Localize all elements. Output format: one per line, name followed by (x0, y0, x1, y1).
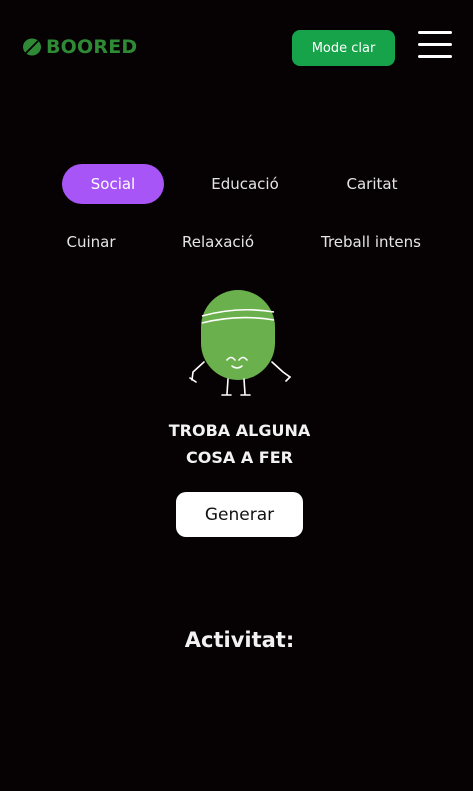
logo-text: BOORED (46, 36, 138, 58)
generate-button[interactable]: Generar (176, 492, 303, 537)
category-caritat[interactable]: Caritat (321, 164, 423, 204)
mode-toggle-button[interactable]: Mode clar (292, 30, 395, 66)
leaf-logo-icon (23, 38, 41, 56)
hero-headline-line2: COSA A FER (186, 448, 293, 467)
category-educacio[interactable]: Educació (194, 164, 296, 204)
activity-title: Activitat: (184, 628, 295, 652)
category-treball-intens[interactable]: Treball intens (308, 222, 434, 262)
bean-mascot-icon (189, 290, 291, 396)
hero-headline-line1: TROBA ALGUNA (168, 421, 311, 440)
category-cuinar[interactable]: Cuinar (40, 222, 142, 262)
category-social[interactable]: Social (62, 164, 164, 204)
app-page: BOORED Mode clar Social Educació Caritat… (0, 0, 473, 791)
logo[interactable]: BOORED (22, 36, 137, 58)
hero-headline: TROBA ALGUNA COSA A FER (0, 417, 473, 471)
hamburger-menu-icon[interactable] (416, 28, 454, 62)
category-relaxacio[interactable]: Relaxació (166, 222, 270, 262)
